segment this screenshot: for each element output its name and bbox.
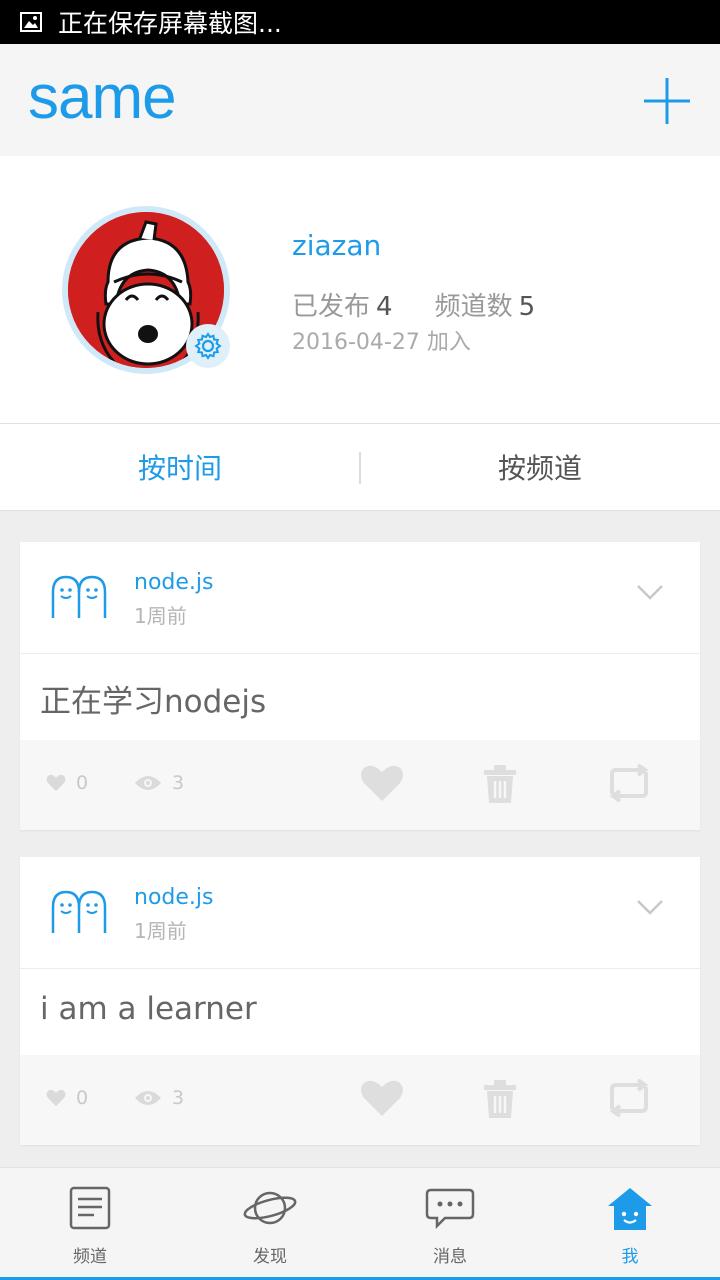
post-text[interactable]: i am a learner <box>20 969 700 1055</box>
nav-label: 频道 <box>73 1247 107 1267</box>
profile-stats: 已发布 4 频道数 5 <box>292 286 535 323</box>
repost-icon[interactable] <box>604 764 654 802</box>
post-footer: 0 3 <box>20 740 700 830</box>
tab-by-time[interactable]: 按时间 <box>0 424 360 510</box>
eye-icon <box>135 1091 161 1105</box>
nav-discover[interactable]: 发现 <box>180 1168 360 1280</box>
heart-small-icon <box>46 774 66 791</box>
app-logo: same <box>28 63 177 132</box>
channels-count: 5 <box>518 292 536 322</box>
post-footer: 0 3 <box>20 1055 700 1145</box>
view-count: 3 <box>134 1087 184 1109</box>
channel-avatar-icon[interactable] <box>50 574 108 620</box>
post-header: node.js 1周前 <box>20 542 700 654</box>
tab-by-channel[interactable]: 按频道 <box>360 424 720 510</box>
channel-name[interactable]: node.js <box>134 570 213 595</box>
image-icon <box>20 12 42 32</box>
channels-label: 频道数 <box>434 292 513 322</box>
published-count: 4 <box>376 292 393 322</box>
eye-icon <box>135 776 161 790</box>
like-count: 0 <box>46 772 88 794</box>
chat-bubble-icon <box>425 1188 475 1230</box>
nav-label: 消息 <box>433 1247 467 1267</box>
channel-avatar-icon[interactable] <box>50 889 108 935</box>
username: ziazan <box>292 229 382 262</box>
join-date: 2016-04-27 加入 <box>292 330 471 355</box>
nav-messages[interactable]: 消息 <box>360 1168 540 1280</box>
post-header: node.js 1周前 <box>20 857 700 969</box>
nav-label: 发现 <box>253 1247 287 1267</box>
chevron-down-icon[interactable] <box>636 582 664 602</box>
post-text[interactable]: 正在学习nodejs <box>20 654 700 740</box>
published-label: 已发布 <box>292 292 371 322</box>
status-bar: 正在保存屏幕截图... <box>0 0 720 44</box>
tab-divider <box>359 452 361 484</box>
trash-icon[interactable] <box>482 1079 518 1119</box>
like-count: 0 <box>46 1087 88 1109</box>
heart-small-icon <box>46 1089 66 1106</box>
post-card: node.js 1周前 正在学习nodejs 0 3 <box>20 542 700 830</box>
plus-icon[interactable] <box>642 76 692 126</box>
nav-label: 我 <box>621 1247 639 1267</box>
status-text: 正在保存屏幕截图... <box>58 9 282 38</box>
planet-icon <box>243 1191 297 1225</box>
screen: 正在保存屏幕截图... same ziazan 已发布 4 频道数 5 2016… <box>0 0 720 1280</box>
post-card: node.js 1周前 i am a learner 0 3 <box>20 857 700 1145</box>
gear-icon <box>194 332 222 360</box>
avatar-settings-button[interactable] <box>186 324 230 368</box>
trash-icon[interactable] <box>482 764 518 804</box>
post-time: 1周前 <box>134 919 187 943</box>
home-face-icon <box>608 1188 652 1230</box>
like-button-icon[interactable] <box>360 764 404 802</box>
bottom-nav: 频道 发现 消息 我 <box>0 1167 720 1280</box>
app-header: same <box>0 44 720 156</box>
repost-icon[interactable] <box>604 1079 654 1117</box>
sort-tabs: 按时间 按频道 <box>0 423 720 511</box>
chevron-down-icon[interactable] <box>636 897 664 917</box>
channel-list-icon <box>69 1186 111 1230</box>
view-count: 3 <box>134 772 184 794</box>
nav-channels[interactable]: 频道 <box>0 1168 180 1280</box>
nav-me[interactable]: 我 <box>540 1168 720 1280</box>
profile-section: ziazan 已发布 4 频道数 5 2016-04-27 加入 <box>0 156 720 423</box>
post-time: 1周前 <box>134 604 187 628</box>
channel-name[interactable]: node.js <box>134 885 213 910</box>
like-button-icon[interactable] <box>360 1079 404 1117</box>
